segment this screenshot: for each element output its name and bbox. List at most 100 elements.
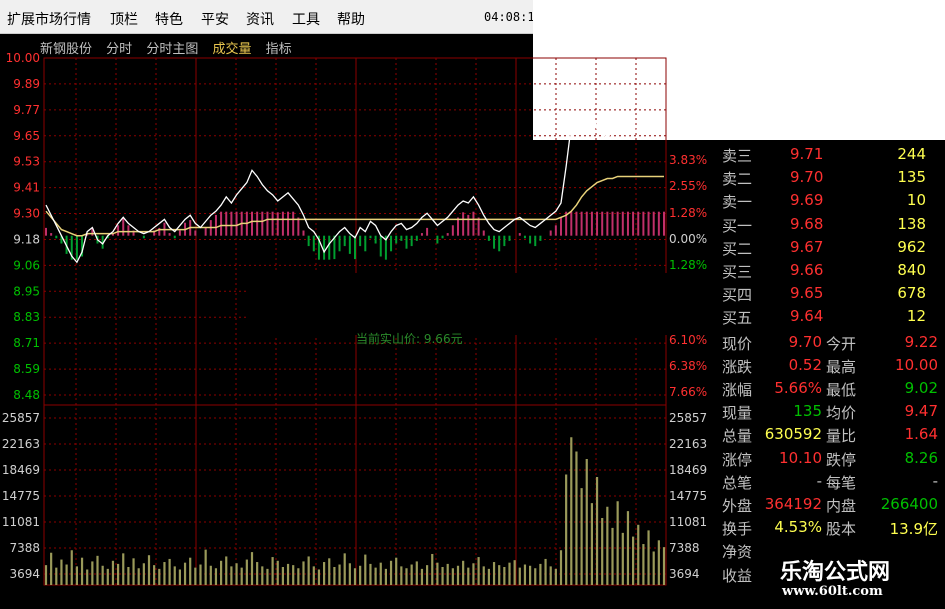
bid-price: 9.65 <box>790 284 824 303</box>
stat-label: 现量 <box>722 404 753 423</box>
volume-axis-label: 7388 <box>9 541 40 555</box>
bid-label: 买四 <box>722 286 753 305</box>
bid-price: 9.66 <box>790 261 824 279</box>
volume-axis-label: 14775 <box>2 489 40 503</box>
quote-row: 外盘 364192 内盘 266400 <box>720 492 942 515</box>
stat-value: 10.10 <box>779 448 822 467</box>
volume-axis-label: 3694 <box>669 567 700 581</box>
bid-label: 买五 <box>722 309 753 328</box>
bid-volume: 962 <box>897 237 926 256</box>
stat-label: 现价 <box>722 334 753 353</box>
stat-label: 股本 <box>826 520 857 539</box>
stat-value: - <box>932 471 938 490</box>
stat-value: 135 <box>793 402 822 421</box>
volume-axis-label: 11081 <box>2 515 40 529</box>
stat-label: 换手 <box>722 520 753 539</box>
price-axis-label: 8.83 <box>13 310 40 324</box>
ask-volume: 135 <box>897 168 926 187</box>
price-axis-label: 9.30 <box>13 207 40 221</box>
stat-value: - <box>816 471 822 490</box>
bid-volume: 678 <box>897 284 926 303</box>
stat-value: 1.64 <box>904 425 938 444</box>
stat-label: 最低 <box>826 381 857 399</box>
ask-volume: 244 <box>897 145 926 163</box>
stat-label: 跌停 <box>826 450 857 469</box>
ask-label: 卖三 <box>722 147 753 165</box>
stat-label: 每笔 <box>826 473 857 492</box>
stat-label: 内盘 <box>826 497 857 515</box>
stat-value: 364192 <box>764 495 822 513</box>
quote-row: 现价 9.70 今开 9.22 <box>720 330 942 353</box>
price-axis-label: 8.48 <box>13 388 40 402</box>
quote-row: 总笔 - 每笔 - <box>720 469 942 492</box>
quote-row: 涨停 10.10 跌停 8.26 <box>720 446 942 469</box>
quote-row: 现量 135 均价 9.47 <box>720 399 942 422</box>
ask-label: 卖一 <box>722 193 753 212</box>
stat-label: 涨幅 <box>722 381 753 399</box>
volume-axis-label: 25857 <box>669 411 707 425</box>
stat-label: 量比 <box>826 427 857 446</box>
stat-label: 总笔 <box>722 473 753 492</box>
bid-volume: 138 <box>897 214 926 233</box>
volume-axis-label: 11081 <box>669 515 707 529</box>
stat-value: 630592 <box>764 425 822 444</box>
volume-axis-label: 22163 <box>2 437 40 451</box>
quote-row: 买四 9.65 678 <box>720 281 942 304</box>
stat-value: 13.9亿 <box>889 520 938 539</box>
pct-axis-label: 3.83% <box>669 153 707 167</box>
stat-value: 266400 <box>880 495 938 513</box>
pct-axis-label: 6.10% <box>669 333 707 347</box>
price-axis-label: 10.00 <box>6 51 40 65</box>
stat-value: 9.22 <box>904 332 938 351</box>
price-axis-label: 9.77 <box>13 103 40 117</box>
price-axis-label: 8.71 <box>13 336 40 350</box>
price-axis-label: 9.06 <box>13 258 40 272</box>
volume-axis-label: 18469 <box>669 463 707 477</box>
logo-url: www.60lt.com <box>782 584 883 599</box>
pct-axis-label: 2.55% <box>669 179 707 193</box>
ask-label: 卖二 <box>722 170 753 189</box>
price-axis-label: 9.18 <box>13 232 40 246</box>
stat-label: 均价 <box>826 404 857 423</box>
stat-value: 9.47 <box>904 402 938 421</box>
stat-value: 8.26 <box>904 448 938 467</box>
pct-axis-label: 1.28% <box>669 206 707 220</box>
pct-axis-label: 6.38% <box>669 359 707 373</box>
quote-row: 涨幅 5.66% 最低 9.02 <box>720 376 942 399</box>
quote-row: 买三 9.66 840 <box>720 258 942 281</box>
logo-title: 乐淘公式网 <box>780 560 891 585</box>
quote-row: 涨跌 0.52 最高 10.00 <box>720 353 942 376</box>
quote-row: 买一 9.68 138 <box>720 212 942 235</box>
price-axis-label: 8.59 <box>13 362 40 376</box>
quote-row: 卖一 9.69 10 <box>720 188 942 211</box>
stat-value: 9.70 <box>788 332 822 351</box>
bid-label: 买二 <box>722 239 753 258</box>
ask-price: 9.70 <box>790 168 824 187</box>
site-logo: 乐淘公式网 www.60lt.com <box>762 552 942 606</box>
stat-label: 涨停 <box>722 450 753 469</box>
quote-row: 买五 9.64 12 <box>720 304 942 327</box>
stat-label: 收益 <box>722 566 753 585</box>
redacted-overlay <box>248 273 695 335</box>
pct-axis-label: 1.28% <box>669 258 707 272</box>
stat-value: 10.00 <box>895 355 938 374</box>
quote-row: 买二 9.67 962 <box>720 235 942 258</box>
stat-value: 0.52 <box>788 355 822 374</box>
quote-panel: 卖三 9.71 244 卖二 9.70 135 卖一 9.69 10 买一 9.68 138 买二 9.6… <box>720 140 942 609</box>
pct-axis-label: 7.66% <box>669 385 707 399</box>
stat-label: 涨跌 <box>722 357 753 376</box>
stat-value: 4.53% <box>774 518 822 537</box>
volume-axis-label: 22163 <box>669 437 707 451</box>
bid-price: 9.67 <box>790 237 824 256</box>
pct-axis-label: 0.00% <box>669 232 707 246</box>
quote-row: 卖三 9.71 244 <box>720 142 942 165</box>
volume-axis-label: 18469 <box>2 463 40 477</box>
quote-row: 总量 630592 量比 1.64 <box>720 422 942 445</box>
bid-volume: 12 <box>906 307 926 326</box>
ask-price: 9.69 <box>790 191 824 210</box>
price-axis-label: 9.41 <box>13 181 40 195</box>
volume-axis-label: 25857 <box>2 411 40 425</box>
price-axis-label: 9.65 <box>13 129 40 143</box>
price-axis-label: 9.53 <box>13 155 40 169</box>
bid-price: 9.64 <box>790 307 824 326</box>
